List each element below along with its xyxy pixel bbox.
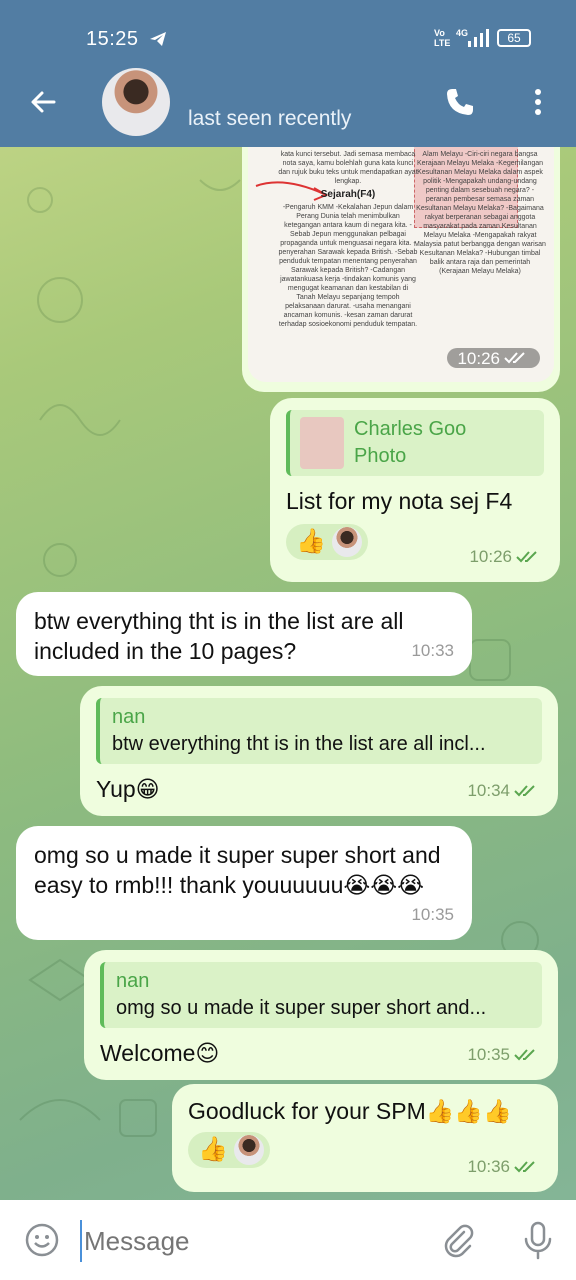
- message-meta: 10:35: [411, 900, 454, 930]
- emoji-icon[interactable]: [24, 1222, 60, 1258]
- more-options-icon[interactable]: [526, 86, 550, 118]
- chat-header: 15:25 Vo LTE 4G 65 last seen recently: [0, 0, 576, 147]
- message-time: 10:35: [411, 905, 454, 924]
- message-meta: 10:36: [467, 1152, 540, 1182]
- contact-status: last seen recently: [188, 107, 352, 130]
- phone-call-icon[interactable]: [444, 86, 476, 118]
- message-bubble-outgoing[interactable]: nan omg so u made it super super short a…: [84, 950, 558, 1080]
- message-meta: 10:33: [411, 636, 454, 666]
- signal-icon: [468, 29, 489, 47]
- notes-left-body: -Pengaruh KMM -Kekalahan Jepun dalam Per…: [278, 204, 418, 328]
- reply-quote[interactable]: Charles Goo Photo: [286, 410, 544, 476]
- notes-intro-text: kata kunci tersebut. Jadi semasa membaca…: [278, 151, 418, 185]
- notes-left-column: kata kunci tersebut. Jadi semasa membaca…: [278, 150, 418, 329]
- message-time: 10:26: [469, 547, 512, 566]
- notes-photo[interactable]: kata kunci tersebut. Jadi semasa membaca…: [248, 130, 554, 382]
- reply-thumbnail: [300, 417, 344, 469]
- attach-icon[interactable]: [440, 1222, 476, 1258]
- volte-indicator: Vo LTE: [434, 28, 451, 48]
- message-text: btw everything tht is in the list are al…: [34, 608, 404, 664]
- message-time: 10:33: [411, 641, 454, 660]
- status-time: 15:25: [86, 28, 139, 50]
- back-arrow-icon[interactable]: [28, 86, 60, 118]
- notes-right-column: Alam Melayu -Ciri-ciri negara bangsa Ker…: [414, 150, 546, 276]
- message-bubble-outgoing[interactable]: Charles Goo Photo List for my nota sej F…: [270, 398, 560, 582]
- reaction-chip[interactable]: 👍: [188, 1132, 270, 1168]
- reply-sender-name: nan: [116, 970, 150, 992]
- read-ticks-icon: [514, 785, 535, 797]
- message-bubble-incoming[interactable]: omg so u made it super super short and e…: [16, 826, 472, 940]
- photo-time-text: 10:26: [457, 348, 500, 368]
- reply-quote[interactable]: nan btw everything tht is in the list ar…: [96, 698, 542, 764]
- telegram-send-icon: [150, 32, 166, 46]
- message-text: Goodluck for your SPM👍👍👍: [188, 1098, 512, 1124]
- read-ticks-icon: [514, 1049, 535, 1061]
- contact-avatar[interactable]: [102, 68, 170, 136]
- reaction-chip[interactable]: 👍: [286, 524, 368, 560]
- reply-snippet: btw everything tht is in the list are al…: [112, 733, 486, 755]
- thumbs-up-icon: 👍: [296, 528, 326, 555]
- microphone-icon[interactable]: [520, 1220, 556, 1260]
- battery-indicator: 65: [497, 29, 531, 47]
- reply-sender-name: nan: [112, 706, 146, 728]
- message-bubble-incoming[interactable]: btw everything tht is in the list are al…: [16, 592, 472, 676]
- notes-heading: Sejarah(F4): [320, 189, 376, 200]
- message-bubble-outgoing[interactable]: nan btw everything tht is in the list ar…: [80, 686, 558, 816]
- message-text: omg so u made it super super short and e…: [34, 842, 441, 898]
- thumbs-up-icon: 👍: [198, 1136, 228, 1163]
- message-meta: 10:26: [469, 542, 542, 572]
- read-ticks-icon: [514, 1161, 535, 1173]
- message-bubble-outgoing[interactable]: Goodluck for your SPM👍👍👍 👍 10:36: [172, 1084, 558, 1192]
- reply-sender-name: Charles Goo: [354, 418, 467, 440]
- message-time: 10:36: [467, 1157, 510, 1176]
- status-bar: 15:25 Vo LTE 4G 65: [0, 0, 576, 78]
- read-ticks-icon: [504, 352, 525, 364]
- message-meta: 10:34: [467, 776, 540, 806]
- reply-snippet: omg so u made it super super short and..…: [116, 997, 487, 1019]
- reply-snippet: Photo: [354, 445, 407, 467]
- reactor-avatar: [331, 527, 362, 557]
- message-text: List for my nota sej F4: [286, 488, 513, 514]
- message-composer: [0, 1200, 576, 1280]
- photo-timestamp: 10:26: [447, 348, 540, 368]
- notes-right-body: Alam Melayu -Ciri-ciri negara bangsa Ker…: [414, 151, 546, 275]
- message-time: 10:35: [467, 1045, 510, 1064]
- message-time: 10:34: [467, 781, 510, 800]
- reactor-avatar: [233, 1135, 264, 1165]
- read-ticks-icon: [516, 551, 537, 563]
- photo-message[interactable]: kata kunci tersebut. Jadi semasa membaca…: [242, 130, 560, 392]
- message-input[interactable]: [80, 1220, 420, 1262]
- message-meta: 10:35: [467, 1040, 540, 1070]
- reply-quote[interactable]: nan omg so u made it super super short a…: [100, 962, 542, 1028]
